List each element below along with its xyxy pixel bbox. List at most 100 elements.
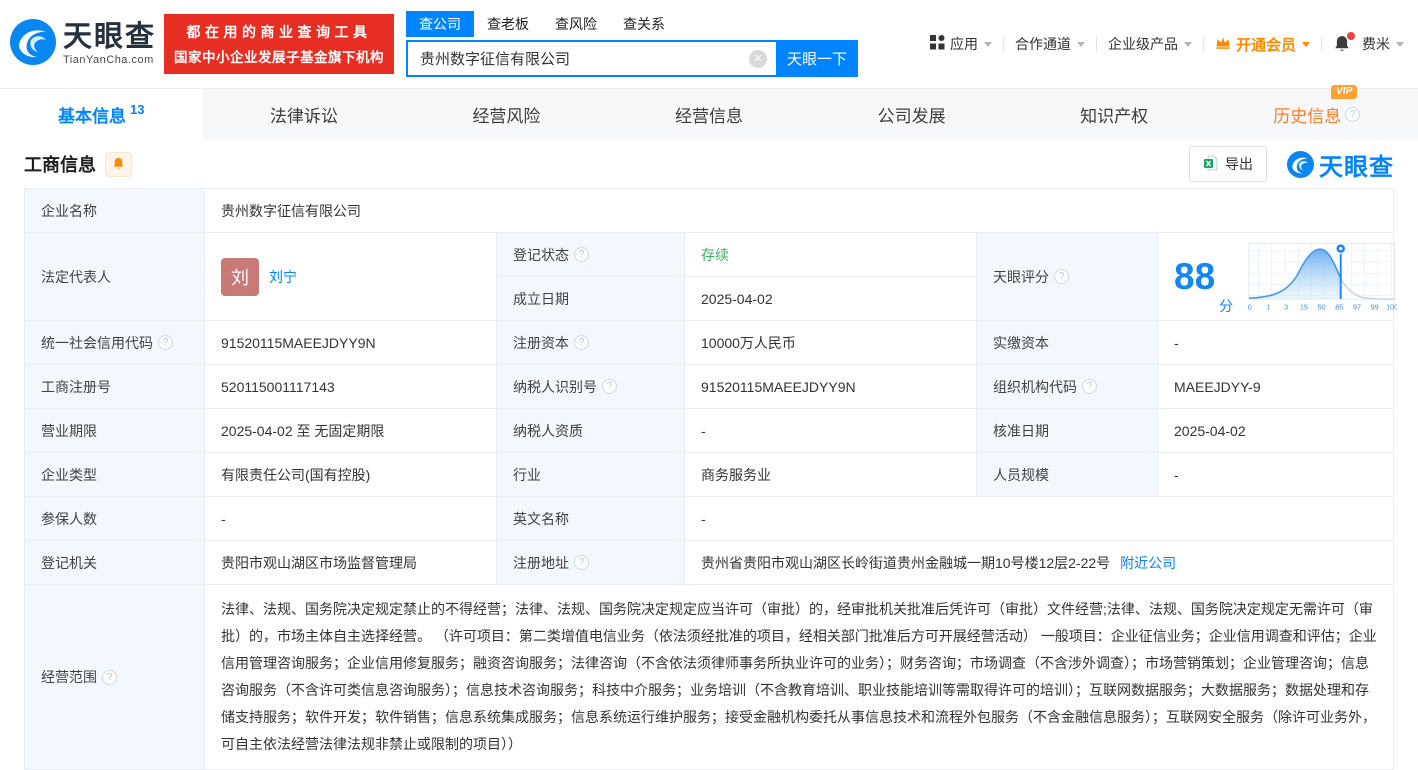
help-icon[interactable] bbox=[574, 247, 589, 262]
table-row: 参保人数 - 英文名称 - bbox=[25, 497, 1393, 541]
field-label: 工商注册号 bbox=[25, 365, 205, 408]
help-icon[interactable] bbox=[1345, 107, 1361, 122]
help-icon[interactable] bbox=[1054, 269, 1069, 284]
field-label: 登记机关 bbox=[25, 541, 205, 584]
field-label: 成立日期 bbox=[497, 277, 685, 320]
crown-icon bbox=[1215, 35, 1231, 53]
field-label: 组织机构代码 bbox=[977, 365, 1158, 408]
industry-value: 商务服务业 bbox=[685, 453, 977, 496]
chart-axis-labels: 0 1 3 15 50 85 97 99 100 bbox=[1248, 302, 1397, 311]
company-type-value: 有限责任公司(国有控股) bbox=[205, 453, 497, 496]
promo-line1: 都在用的商业查询工具 bbox=[186, 24, 372, 40]
search-tab-relation[interactable]: 查关系 bbox=[610, 11, 678, 37]
watermark-text: 天眼查 bbox=[1319, 153, 1394, 181]
clear-icon[interactable] bbox=[749, 49, 768, 68]
username: 费米 bbox=[1362, 36, 1390, 52]
svg-text:1: 1 bbox=[1267, 302, 1271, 311]
monitor-bell-badge[interactable] bbox=[105, 151, 132, 177]
nav-partner[interactable]: 合作通道 bbox=[1015, 34, 1085, 54]
svg-text:99: 99 bbox=[1371, 302, 1379, 311]
chevron-down-icon bbox=[1183, 41, 1192, 47]
legal-rep-link[interactable]: 刘宁 bbox=[269, 267, 297, 287]
tab-operating-risk[interactable]: 经营风险 bbox=[405, 89, 608, 140]
table-row: 统一社会信用代码 91520115MAEEJDYY9N 注册资本 10000万人… bbox=[25, 321, 1393, 365]
field-label: 注册资本 bbox=[497, 321, 685, 364]
search-tab-company[interactable]: 查公司 bbox=[406, 11, 475, 37]
help-icon[interactable] bbox=[158, 335, 173, 350]
field-label: 参保人数 bbox=[25, 497, 205, 540]
nearby-companies-link[interactable]: 附近公司 bbox=[1120, 553, 1176, 573]
reg-status-value: 存续 bbox=[685, 233, 977, 276]
user-menu[interactable]: 费米 bbox=[1362, 34, 1404, 54]
brand-domain: TianYanCha.com bbox=[63, 53, 154, 66]
staff-size-value: - bbox=[1174, 466, 1179, 483]
svg-text:3: 3 bbox=[1284, 302, 1288, 311]
table-row: 企业名称 贵州数字征信有限公司 bbox=[25, 189, 1393, 233]
vip-badge: VIP bbox=[1331, 85, 1358, 99]
field-label: 法定代表人 bbox=[25, 233, 205, 320]
grid-icon bbox=[929, 35, 945, 53]
notification-bell[interactable] bbox=[1333, 31, 1355, 54]
score-value: 88 bbox=[1174, 256, 1216, 297]
help-icon[interactable] bbox=[1082, 379, 1097, 394]
svg-text:50: 50 bbox=[1318, 302, 1326, 311]
search-button[interactable]: 天眼一下 bbox=[776, 40, 859, 77]
field-label: 天眼评分 bbox=[977, 233, 1158, 320]
svg-text:97: 97 bbox=[1353, 302, 1361, 311]
promo-banner: 都在用的商业查询工具 国家中小企业发展子基金旗下机构 bbox=[164, 14, 395, 74]
divider bbox=[1202, 36, 1204, 52]
reg-capital-value: 10000万人民币 bbox=[685, 321, 977, 364]
chevron-down-icon bbox=[1076, 41, 1085, 47]
field-label: 统一社会信用代码 bbox=[25, 321, 205, 364]
taxpayer-id-value: 91520115MAEEJDYY9N bbox=[685, 365, 977, 408]
svg-text:100: 100 bbox=[1386, 302, 1397, 311]
legal-rep-avatar[interactable]: 刘 bbox=[221, 257, 259, 296]
promo-line2: 国家中小企业发展子基金旗下机构 bbox=[174, 50, 385, 65]
field-label: 核准日期 bbox=[977, 409, 1158, 452]
table-row: 企业类型 有限责任公司(国有控股) 行业 商务服务业 人员规模 - bbox=[25, 453, 1393, 497]
divider bbox=[1321, 36, 1322, 52]
tab-business-info[interactable]: 经营信息 bbox=[608, 89, 811, 140]
tianyancha-logo[interactable]: 天眼查 TianYanCha.com bbox=[10, 18, 156, 70]
nav-enterprise[interactable]: 企业级产品 bbox=[1108, 34, 1192, 54]
reg-authority-value: 贵阳市观山湖区市场监督管理局 bbox=[205, 541, 497, 584]
search-tab-boss[interactable]: 查老板 bbox=[474, 11, 542, 37]
field-label: 企业类型 bbox=[25, 453, 205, 496]
score-cell: 88 分 0 1 3 15 50 85 97 99 10 bbox=[1158, 233, 1403, 320]
svg-text:15: 15 bbox=[1300, 302, 1308, 311]
table-row: 营业期限 2025-04-02 至 无固定期限 纳税人资质 - 核准日期 202… bbox=[25, 409, 1393, 453]
table-row: 登记机关 贵阳市观山湖区市场监督管理局 注册地址 贵州省贵阳市观山湖区长岭街道贵… bbox=[25, 541, 1393, 585]
chevron-down-icon bbox=[983, 41, 992, 47]
score-unit: 分 bbox=[1219, 298, 1234, 314]
help-icon[interactable] bbox=[574, 335, 589, 350]
help-icon[interactable] bbox=[602, 379, 617, 394]
divider bbox=[1095, 36, 1097, 52]
help-icon[interactable] bbox=[102, 669, 117, 685]
nav-open-vip[interactable]: 开通会员 bbox=[1215, 34, 1310, 55]
tab-history-info[interactable]: 历史信息 VIP bbox=[1215, 85, 1418, 140]
search-tab-risk[interactable]: 查风险 bbox=[542, 11, 610, 37]
field-label: 行业 bbox=[497, 453, 685, 496]
export-button[interactable]: 导出 bbox=[1189, 146, 1267, 182]
notification-dot bbox=[1347, 31, 1355, 40]
field-label: 人员规模 bbox=[977, 453, 1158, 496]
field-label: 纳税人识别号 bbox=[497, 365, 685, 408]
taxpayer-quality-value: - bbox=[685, 409, 977, 452]
search-area: 查公司 查老板 查风险 查关系 天眼一下 bbox=[406, 11, 859, 77]
tab-basic-info[interactable]: 基本信息 13 bbox=[0, 89, 203, 140]
score-distribution-chart: 0 1 3 15 50 85 97 99 100 bbox=[1248, 242, 1397, 311]
excel-icon bbox=[1203, 155, 1219, 174]
credit-code-value: 91520115MAEEJDYY9N bbox=[205, 321, 497, 364]
field-label: 英文名称 bbox=[497, 497, 685, 540]
legal-rep-cell: 刘 刘宁 bbox=[205, 233, 497, 320]
search-input[interactable] bbox=[408, 50, 777, 67]
help-icon[interactable] bbox=[574, 555, 589, 570]
reg-number-value: 520115001117143 bbox=[205, 365, 497, 408]
nav-apps[interactable]: 应用 bbox=[929, 34, 992, 54]
svg-text:85: 85 bbox=[1335, 302, 1343, 311]
approval-date-value: 2025-04-02 bbox=[1174, 422, 1246, 439]
tab-intellectual-property[interactable]: 知识产权 bbox=[1013, 89, 1216, 140]
field-label: 注册地址 bbox=[497, 541, 685, 584]
tab-company-development[interactable]: 公司发展 bbox=[810, 89, 1013, 140]
tab-legal-proceedings[interactable]: 法律诉讼 bbox=[203, 89, 406, 140]
